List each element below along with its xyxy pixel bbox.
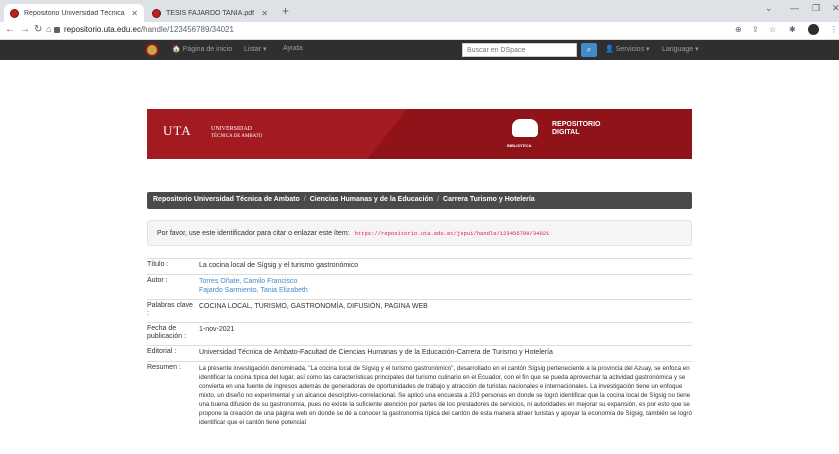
identifier-text: Por favor, use este identificador para c…	[157, 230, 350, 237]
home-icon: 🏠	[172, 46, 181, 53]
palabras-value: COCINA LOCAL, TURISMO, GASTRONOMÍA, DIFU…	[199, 303, 428, 310]
tab-title: Repositorio Universidad Técnica	[24, 9, 125, 17]
breadcrumb-item-ciencias-humanas[interactable]: Ciencias Humanas y de la Educación	[310, 196, 433, 203]
nav-servicios-dropdown[interactable]: 👤 Servicios ▾	[605, 45, 650, 53]
table-row: Palabras clave : COCINA LOCAL, TURISMO, …	[147, 299, 692, 322]
search-input[interactable]	[462, 43, 577, 57]
biblioteca-label: BIBLIOTECA	[507, 143, 532, 148]
resumen-label: Resumen :	[147, 364, 181, 371]
repository-title-line2: DIGITAL	[552, 129, 580, 136]
repository-heart-icon	[512, 119, 538, 137]
author-link-torres[interactable]: Torres Oñate, Camilo Francisco	[199, 277, 692, 286]
close-window-icon[interactable]: ✕	[832, 3, 839, 14]
share-icon[interactable]: ⇪	[752, 25, 759, 34]
nav-home-label: Página de inicio	[182, 46, 233, 53]
close-icon[interactable]: ✕	[261, 9, 268, 18]
zoom-icon[interactable]: ⊕	[735, 25, 742, 34]
autor-value: Torres Oñate, Camilo Francisco Fajardo S…	[199, 275, 692, 298]
table-row: Fecha de publicación : 1-nov-2021	[147, 322, 692, 345]
tab-search-icon[interactable]: ⌄	[765, 3, 773, 14]
autor-label: Autor :	[147, 277, 168, 284]
site-navbar: 🏠 Página de inicio Listar ▾ Ayuda ⌕ 👤 Se…	[0, 40, 839, 60]
search-icon: ⌕	[586, 45, 592, 54]
nav-listar-dropdown[interactable]: Listar ▾	[244, 45, 267, 53]
university-name-line1: UNIVERSIDAD	[211, 126, 252, 132]
reload-icon[interactable]: ↻	[34, 24, 42, 35]
table-row: Editorial : Universidad Técnica de Ambat…	[147, 345, 692, 361]
nav-language-dropdown[interactable]: Language ▾	[662, 45, 699, 53]
metadata-table: Título : La cocina local de Sígsig y el …	[147, 258, 692, 441]
tab-title: TESIS FAJARDO TANIA.pdf	[166, 9, 255, 17]
breadcrumb-item-repositorio[interactable]: Repositorio Universidad Técnica de Ambat…	[153, 196, 300, 203]
browser-tab-pdf[interactable]: TESIS FAJARDO TANIA.pdf ✕	[146, 4, 274, 22]
close-icon[interactable]: ✕	[131, 9, 138, 18]
browser-tabstrip: Repositorio Universidad Técnica ✕ TESIS …	[0, 0, 839, 22]
breadcrumb: Repositorio Universidad Técnica de Ambat…	[147, 192, 692, 209]
restore-icon[interactable]: ❐	[812, 3, 820, 14]
forward-icon[interactable]: →	[20, 24, 30, 35]
site-logo[interactable]	[145, 43, 159, 57]
home-icon[interactable]: ⌂	[46, 24, 51, 34]
identifier-uri[interactable]: https://repositorio.uta.edu.ec/jspui/han…	[352, 229, 552, 238]
breadcrumb-item-carrera-turismo[interactable]: Carrera Turismo y Hotelería	[443, 196, 535, 203]
university-name: UNIVERSIDAD TÉCNICA DE AMBATO	[211, 126, 262, 140]
editorial-value: Universidad Técnica de Ambato-Facultad d…	[199, 349, 553, 356]
url-path: /handle/123456789/34021	[140, 25, 234, 34]
resumen-value: La presente investigación denominada, "L…	[199, 365, 692, 426]
fecha-value: 1-nov-2021	[199, 326, 235, 333]
site-favicon-icon	[152, 8, 161, 18]
titulo-value: La cocina local de Sígsig y el turismo g…	[199, 262, 359, 269]
nav-ayuda-link[interactable]: Ayuda	[283, 45, 303, 52]
back-icon[interactable]: ←	[5, 24, 15, 35]
author-link-fajardo[interactable]: Fajardo Sarmiento, Tania Elizabeth	[199, 286, 692, 295]
browser-toolbar: ← → ↻ ⌂ repositorio.uta.edu.ec/handle/12…	[0, 22, 839, 40]
site-favicon-icon	[10, 8, 19, 18]
address-bar[interactable]: repositorio.uta.edu.ec/handle/123456789/…	[54, 25, 234, 34]
lock-icon	[54, 26, 60, 33]
table-row: Título : La cocina local de Sígsig y el …	[147, 258, 692, 274]
nav-servicios-label: Servicios ▾	[615, 46, 650, 53]
titulo-label: Título :	[147, 261, 169, 268]
editorial-label: Editorial :	[147, 348, 177, 355]
palabras-label: Palabras clave :	[147, 302, 193, 317]
profile-avatar[interactable]	[808, 24, 819, 35]
search-button[interactable]: ⌕	[581, 43, 597, 57]
minimize-icon[interactable]: —	[790, 3, 799, 13]
url-host: repositorio.uta.edu.ec	[64, 25, 141, 34]
repository-title: REPOSITORIO DIGITAL	[552, 121, 601, 137]
table-row: Autor : Torres Oñate, Camilo Francisco F…	[147, 274, 692, 299]
repository-banner: UTA UNIVERSIDAD TÉCNICA DE AMBATO REPOSI…	[147, 109, 692, 159]
menu-icon[interactable]: ⋮	[830, 25, 838, 34]
bookmark-star-icon[interactable]: ☆	[769, 25, 776, 34]
table-row: Resumen : La presente investigación deno…	[147, 361, 692, 441]
new-tab-button[interactable]: +	[282, 4, 289, 18]
uta-logo: UTA	[163, 123, 192, 138]
fecha-label: Fecha de publicación :	[147, 325, 186, 340]
repository-title-line1: REPOSITORIO	[552, 121, 601, 128]
nav-home-link[interactable]: 🏠 Página de inicio	[172, 45, 232, 53]
extensions-icon[interactable]: ✱	[789, 25, 796, 34]
university-name-line2: TÉCNICA DE AMBATO	[211, 134, 263, 139]
user-icon: 👤	[605, 46, 614, 53]
browser-tab-repositorio[interactable]: Repositorio Universidad Técnica ✕	[4, 4, 144, 22]
identifier-box: Por favor, use este identificador para c…	[147, 220, 692, 246]
